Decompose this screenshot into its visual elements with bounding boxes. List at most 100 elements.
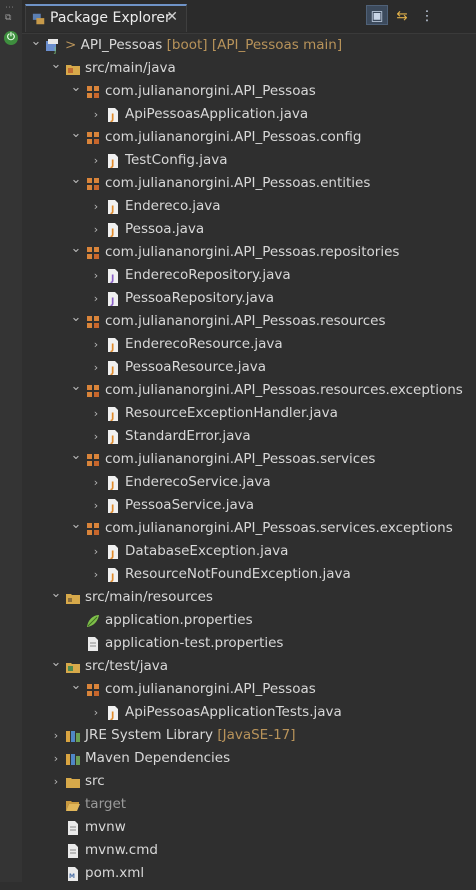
- chevron-right-icon[interactable]: ›: [90, 195, 102, 218]
- tree-item[interactable]: ⌄ com.juliananorgini.API_Pessoas: [22, 80, 476, 103]
- tree-item[interactable]: ⌄ com.juliananorgini.API_Pessoas.services: [22, 448, 476, 471]
- tree-item[interactable]: application-test.properties: [22, 632, 476, 655]
- chevron-down-icon[interactable]: ⌄: [50, 53, 62, 76]
- tree-item[interactable]: › J ResourceNotFoundException.java: [22, 563, 476, 586]
- tree-item[interactable]: › J PessoaService.java: [22, 494, 476, 517]
- tree-item-label: PessoaService.java: [125, 494, 254, 517]
- chevron-right-icon[interactable]: ›: [90, 264, 102, 287]
- resource-folder-icon: [65, 590, 81, 606]
- tree-item-label: target: [85, 793, 126, 816]
- tree-item-label: src/main/resources: [85, 586, 213, 609]
- chevron-down-icon[interactable]: ⌄: [70, 122, 82, 145]
- tree-item[interactable]: › Maven Dependencies: [22, 747, 476, 770]
- java-class-file-icon: J: [105, 107, 121, 123]
- tree-item[interactable]: target: [22, 793, 476, 816]
- package-icon: [85, 314, 101, 330]
- tree-item[interactable]: › J ResourceExceptionHandler.java: [22, 402, 476, 425]
- tree-item[interactable]: ⌄ com.juliananorgini.API_Pessoas.resource…: [22, 310, 476, 333]
- tree-item-text: com.juliananorgini.API_Pessoas.config: [105, 129, 362, 145]
- chevron-right-icon[interactable]: ›: [90, 494, 102, 517]
- collapse-all-icon[interactable]: ▣: [366, 5, 388, 25]
- tree-item[interactable]: ⌄ com.juliananorgini.API_Pessoas.config: [22, 126, 476, 149]
- tree-item-label: mvnw.cmd: [85, 839, 158, 862]
- chevron-right-icon[interactable]: ›: [90, 701, 102, 724]
- chevron-down-icon[interactable]: ⌄: [70, 237, 82, 260]
- tree-item[interactable]: application.properties: [22, 609, 476, 632]
- tree-item-text: JRE System Library: [85, 727, 214, 743]
- chevron-right-icon[interactable]: ›: [50, 724, 62, 747]
- tree-item-label: com.juliananorgini.API_Pessoas.services: [105, 448, 375, 471]
- link-with-editor-icon[interactable]: ⇆: [391, 6, 413, 26]
- chevron-right-icon[interactable]: ›: [50, 770, 62, 793]
- tree-item[interactable]: › J StandardError.java: [22, 425, 476, 448]
- tree-item-text: mvnw.cmd: [85, 842, 158, 858]
- tree-item[interactable]: ⌄ com.juliananorgini.API_Pessoas.entities: [22, 172, 476, 195]
- tree-item-text: target: [85, 796, 127, 812]
- package-icon: [85, 176, 101, 192]
- chevron-right-icon[interactable]: ›: [90, 425, 102, 448]
- junit-icon[interactable]: ⏻: [4, 31, 18, 45]
- tree-item-text: com.juliananorgini.API_Pessoas: [105, 681, 316, 697]
- chevron-right-icon[interactable]: ›: [90, 103, 102, 126]
- tab-package-explorer[interactable]: Package Explorer ✕: [25, 4, 187, 32]
- tree-item[interactable]: › J Endereco.java: [22, 195, 476, 218]
- chevron-down-icon[interactable]: ⌄: [70, 513, 82, 536]
- chevron-right-icon[interactable]: ›: [90, 540, 102, 563]
- drag-grip-icon[interactable]: ⋯: [5, 3, 15, 13]
- chevron-down-icon[interactable]: ⌄: [30, 30, 42, 53]
- tree-item-text: TestConfig.java: [125, 152, 228, 168]
- tree-item[interactable]: › J PessoaResource.java: [22, 356, 476, 379]
- tree-item-text: API_Pessoas: [80, 37, 163, 53]
- tree-item[interactable]: ⌄ com.juliananorgini.API_Pessoas: [22, 678, 476, 701]
- tree-item[interactable]: ⌄ J > API_Pessoas [boot] [API_Pessoas main…: [22, 34, 476, 57]
- chevron-down-icon[interactable]: ⌄: [70, 375, 82, 398]
- chevron-right-icon[interactable]: ›: [90, 218, 102, 241]
- tree-item[interactable]: › J EnderecoService.java: [22, 471, 476, 494]
- tree-item[interactable]: › J Pessoa.java: [22, 218, 476, 241]
- tree-item[interactable]: › J ApiPessoasApplication.java: [22, 103, 476, 126]
- tree-item[interactable]: mvnw: [22, 816, 476, 839]
- tree-item[interactable]: ⌄ com.juliananorgini.API_Pessoas.resource…: [22, 379, 476, 402]
- source-folder-icon: [65, 61, 81, 77]
- chevron-down-icon[interactable]: ⌄: [70, 168, 82, 191]
- file-icon: [65, 843, 81, 859]
- tree-item-text: src/main/java: [85, 60, 176, 76]
- chevron-right-icon[interactable]: ›: [90, 356, 102, 379]
- tree-item[interactable]: › J PessoaRepository.java: [22, 287, 476, 310]
- chevron-down-icon[interactable]: ⌄: [70, 444, 82, 467]
- tree-item-text: PessoaService.java: [125, 497, 255, 513]
- tree-item[interactable]: › src: [22, 770, 476, 793]
- tree-item[interactable]: › J EnderecoRepository.java: [22, 264, 476, 287]
- tree-item-label: com.juliananorgini.API_Pessoas.resources: [105, 310, 386, 333]
- chevron-right-icon[interactable]: ›: [50, 747, 62, 770]
- chevron-down-icon[interactable]: ⌄: [50, 582, 62, 605]
- chevron-right-icon[interactable]: ›: [90, 149, 102, 172]
- tree-item[interactable]: ⌄ com.juliananorgini.API_Pessoas.reposito…: [22, 241, 476, 264]
- tree-item[interactable]: mvnw.cmd: [22, 839, 476, 862]
- tree-item[interactable]: ⌄ src/main/java: [22, 57, 476, 80]
- tree-item-label: ApiPessoasApplicationTests.java: [125, 701, 342, 724]
- tree-item[interactable]: ⌄ com.juliananorgini.API_Pessoas.services…: [22, 517, 476, 540]
- tree-item[interactable]: › JRE System Library [JavaSE-17]: [22, 724, 476, 747]
- chevron-right-icon[interactable]: ›: [90, 333, 102, 356]
- chevron-down-icon[interactable]: ⌄: [70, 76, 82, 99]
- tree-item[interactable]: › J EnderecoResource.java: [22, 333, 476, 356]
- java-class-file-icon: J: [105, 199, 121, 215]
- tree-item[interactable]: › J TestConfig.java: [22, 149, 476, 172]
- tree-item[interactable]: › J ApiPessoasApplicationTests.java: [22, 701, 476, 724]
- tree-item[interactable]: ⌄ src/main/resources: [22, 586, 476, 609]
- package-icon: [85, 84, 101, 100]
- chevron-right-icon[interactable]: ›: [90, 471, 102, 494]
- view-menu-icon[interactable]: ⋮: [416, 6, 438, 26]
- chevron-right-icon[interactable]: ›: [90, 402, 102, 425]
- chevron-down-icon[interactable]: ⌄: [70, 306, 82, 329]
- chevron-down-icon[interactable]: ⌄: [70, 674, 82, 697]
- close-icon[interactable]: ✕: [166, 9, 178, 25]
- java-class-file-icon: J: [105, 567, 121, 583]
- chevron-right-icon[interactable]: ›: [90, 563, 102, 586]
- tree-item[interactable]: › J DatabaseException.java: [22, 540, 476, 563]
- tree-item[interactable]: ⌄ src/test/java: [22, 655, 476, 678]
- restore-icon[interactable]: ⧉: [5, 13, 15, 23]
- chevron-down-icon[interactable]: ⌄: [50, 651, 62, 674]
- chevron-right-icon[interactable]: ›: [90, 287, 102, 310]
